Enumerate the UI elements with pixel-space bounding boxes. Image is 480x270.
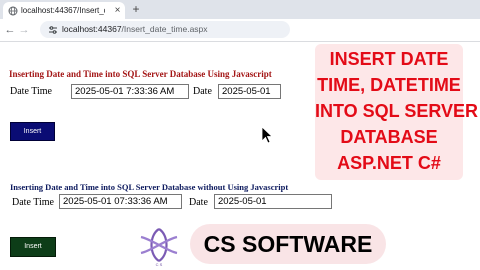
datetime-label: Date Time <box>10 86 52 97</box>
logo-caption: C S <box>155 262 163 267</box>
date-label: Date <box>189 197 208 208</box>
datetime-label: Date Time <box>12 197 54 208</box>
title-line: DATABASE <box>340 127 438 147</box>
tune-icon[interactable] <box>48 25 58 35</box>
insert-button[interactable]: Insert <box>10 122 55 141</box>
title-line: TIME, DATETIME <box>317 75 461 95</box>
browser-tab[interactable]: localhost:44367/Insert_date_time.aspx × <box>3 2 125 19</box>
mouse-cursor-icon <box>261 126 273 144</box>
url-host: localhost:44367 <box>62 24 122 34</box>
url-text: localhost:44367/Insert_date_time.aspx <box>62 24 208 35</box>
cs-software-logo <box>140 228 178 262</box>
tab-title: localhost:44367/Insert_date_time.aspx <box>21 6 105 15</box>
close-tab-icon[interactable]: × <box>112 5 123 16</box>
address-bar[interactable]: localhost:44367/Insert_date_time.aspx <box>40 21 290 38</box>
url-path: /Insert_date_time.aspx <box>121 24 208 34</box>
video-title-banner: INSERT DATE TIME, DATETIME INTO SQL SERV… <box>315 44 479 180</box>
datetime-input[interactable]: 2025-05-01 7:33:36 AM <box>71 84 189 99</box>
browser-toolbar: ← → ↻ localhost:44367/Insert_date_time.a… <box>0 19 480 42</box>
brand-name-badge: CS SOFTWARE <box>190 224 386 264</box>
date-input[interactable]: 2025-05-01 <box>218 84 281 99</box>
date-label: Date <box>193 86 212 97</box>
date-input[interactable]: 2025-05-01 <box>214 194 332 209</box>
datetime-input[interactable]: 2025-05-01 07:33:36 AM <box>59 194 182 209</box>
globe-icon <box>8 6 18 16</box>
back-arrow-icon[interactable]: ← <box>4 24 16 36</box>
browser-tab-strip: localhost:44367/Insert_date_time.aspx × … <box>0 0 480 19</box>
heading-using-javascript: Inserting Date and Time into SQL Server … <box>9 69 272 79</box>
title-line: INSERT DATE <box>329 49 449 69</box>
insert-button[interactable]: Insert <box>10 237 56 257</box>
heading-without-javascript: Inserting Date and Time into SQL Server … <box>10 182 289 192</box>
title-line: INTO SQL SERVER <box>315 101 479 121</box>
new-tab-icon[interactable]: + <box>130 3 142 15</box>
forward-arrow-icon[interactable]: → <box>18 24 30 36</box>
title-line: ASP.NET C# <box>337 153 441 173</box>
